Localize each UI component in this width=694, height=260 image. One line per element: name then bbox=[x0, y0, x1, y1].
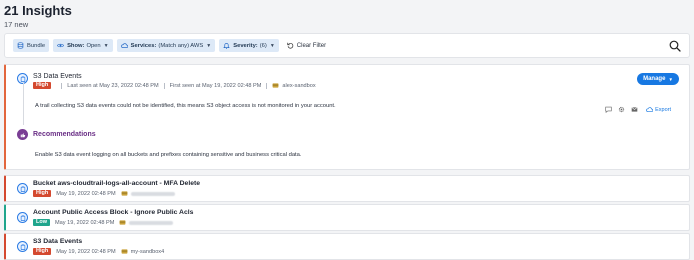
cloud-upload-icon bbox=[646, 107, 654, 112]
insight-meta: High May 19, 2022 02:48 PM bbox=[33, 190, 175, 197]
clear-filter-label: Clear Filter bbox=[296, 42, 327, 49]
redacted-account bbox=[130, 191, 175, 196]
thumbs-up-icon bbox=[17, 129, 28, 140]
chevron-down-icon: ▼ bbox=[206, 42, 212, 49]
account-name: alex-sandbox bbox=[282, 82, 316, 89]
insight-meta: High May 19, 2022 02:48 PM my-sandbox4 bbox=[33, 248, 164, 255]
insight-row[interactable]: Account Public Access Block - Ignore Pub… bbox=[4, 204, 690, 231]
divider bbox=[163, 82, 165, 89]
chevron-down-icon: ▼ bbox=[103, 42, 109, 49]
recommendation-text: Enable S3 data event logging on all buck… bbox=[35, 152, 302, 158]
insight-row[interactable]: Bucket aws-cloudtrail-logs-all-account -… bbox=[4, 175, 690, 202]
bundle-label: Bundle bbox=[27, 42, 46, 49]
page-header: 21 Insights 17 new bbox=[4, 3, 72, 30]
insight-row[interactable]: S3 Data Events High May 19, 2022 02:48 P… bbox=[4, 233, 690, 260]
recommendations-title: Recommendations bbox=[33, 131, 96, 138]
search-icon[interactable] bbox=[669, 40, 681, 52]
bundle-chip[interactable]: Bundle bbox=[13, 39, 50, 52]
chevron-down-icon: ▼ bbox=[668, 76, 673, 82]
divider bbox=[61, 82, 63, 89]
account-icon bbox=[121, 249, 128, 254]
timeline-connector bbox=[23, 83, 24, 125]
severity-filter-value: (6) bbox=[259, 42, 267, 49]
account-icon bbox=[272, 83, 279, 88]
filter-bar: Bundle Show: Open ▼ Services: (Match any… bbox=[4, 33, 690, 58]
eye-icon bbox=[57, 43, 65, 48]
severity-badge: High bbox=[33, 248, 52, 255]
last-seen: Last seen at May 23, 2022 02:48 PM bbox=[67, 82, 159, 89]
show-filter-key: Show: bbox=[67, 42, 85, 49]
first-seen: First seen at May 19, 2022 02:48 PM bbox=[169, 82, 262, 89]
insight-card-expanded: S3 Data Events High Last seen at May 23,… bbox=[4, 64, 690, 170]
severity-badge: Low bbox=[33, 219, 50, 226]
comment-icon[interactable] bbox=[605, 106, 612, 113]
insight-title[interactable]: Account Public Access Block - Ignore Pub… bbox=[33, 209, 193, 216]
account-name: my-sandbox4 bbox=[130, 248, 165, 255]
clipboard-icon bbox=[17, 183, 28, 194]
new-count: 17 new bbox=[4, 20, 29, 29]
export-button[interactable]: Export bbox=[646, 106, 671, 113]
show-filter-value: Open bbox=[86, 42, 101, 49]
export-label: Export bbox=[655, 106, 671, 113]
insight-meta: Low May 19, 2022 02:48 PM bbox=[33, 219, 174, 226]
insight-date: May 19, 2022 02:48 PM bbox=[56, 190, 116, 197]
insight-meta: High Last seen at May 23, 2022 02:48 PM … bbox=[33, 82, 316, 89]
insight-date: May 19, 2022 02:48 PM bbox=[56, 248, 116, 255]
insight-title[interactable]: S3 Data Events bbox=[33, 73, 82, 80]
clipboard-icon bbox=[17, 241, 28, 252]
severity-badge: High bbox=[33, 190, 52, 197]
clipboard-icon bbox=[17, 212, 28, 223]
bell-icon bbox=[223, 43, 231, 49]
severity-filter-key: Severity: bbox=[233, 42, 258, 49]
cloud-icon bbox=[120, 43, 128, 48]
mail-icon[interactable] bbox=[631, 106, 638, 113]
divider bbox=[266, 82, 268, 89]
settings-icon[interactable] bbox=[618, 106, 625, 113]
manage-button[interactable]: Manage ▼ bbox=[637, 73, 679, 85]
insight-actions: Export bbox=[599, 106, 671, 113]
insight-title[interactable]: S3 Data Events bbox=[33, 238, 82, 245]
clear-filter-button[interactable]: Clear Filter bbox=[287, 42, 326, 49]
manage-label: Manage bbox=[643, 76, 666, 82]
chevron-down-icon: ▼ bbox=[269, 42, 275, 49]
redacted-account bbox=[129, 220, 174, 225]
account-icon bbox=[121, 191, 128, 196]
account-icon bbox=[119, 220, 126, 225]
show-filter-chip[interactable]: Show: Open ▼ bbox=[53, 39, 113, 52]
insight-date: May 19, 2022 02:48 PM bbox=[55, 219, 115, 226]
reset-icon bbox=[287, 42, 294, 49]
services-filter-key: Services: bbox=[130, 42, 157, 49]
severity-badge: High bbox=[33, 82, 52, 89]
page-title: 21 Insights bbox=[4, 3, 72, 18]
severity-filter-chip[interactable]: Severity: (6) ▼ bbox=[219, 39, 279, 52]
insight-description: A trail collecting S3 data events could … bbox=[35, 103, 336, 109]
insight-title[interactable]: Bucket aws-cloudtrail-logs-all-account -… bbox=[33, 180, 200, 187]
services-filter-value: (Match any) AWS bbox=[158, 42, 204, 49]
services-filter-chip[interactable]: Services: (Match any) AWS ▼ bbox=[116, 39, 216, 52]
database-icon bbox=[17, 42, 24, 49]
